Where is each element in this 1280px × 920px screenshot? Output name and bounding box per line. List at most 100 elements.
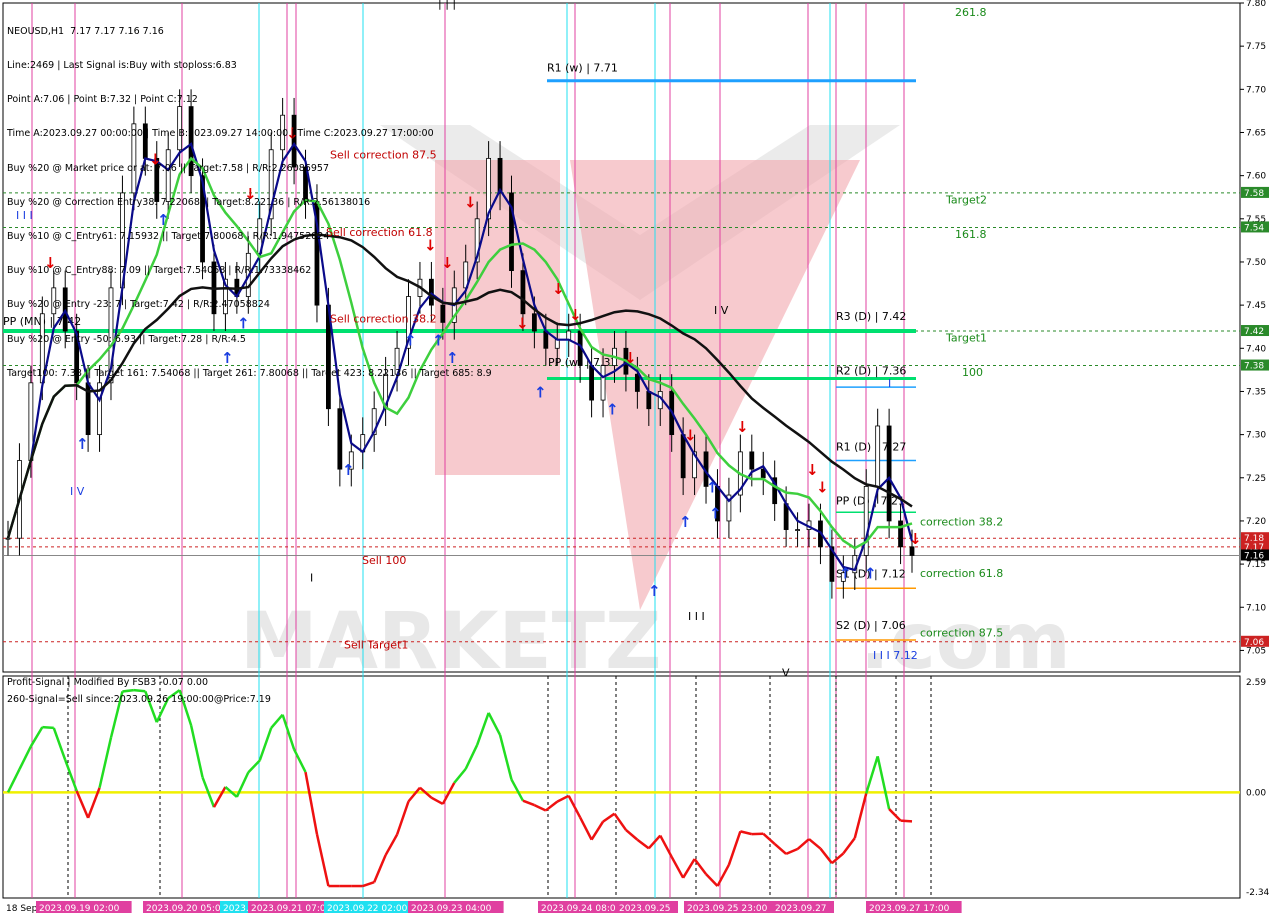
buy-arrow-icon: ↑ [534,383,547,401]
price-candle-body [543,330,549,349]
y-axis-tick-label: 7.75 [1246,42,1266,52]
y-axis-tick-label: 7.50 [1246,258,1266,268]
y-axis-tick-label: 7.05 [1246,646,1266,656]
buy-arrow-icon: ↑ [648,582,661,600]
price-candle-body [520,270,526,315]
time-axis-label: 2023. [223,904,249,914]
chart-annotation: Target2 [945,193,987,206]
info-line: Buy %10 @ C_Entry88: 7.09 || Target:7.54… [7,265,312,277]
y-axis-tick-label: 7.10 [1246,603,1266,613]
info-line: Buy %20 @ Market price or at: 7.06 || Ta… [7,162,329,174]
y-axis-tick-label: 7.35 [1246,387,1266,397]
info-line: Buy %10 @ C_Entry61: 7.15932 || Target:7… [7,231,330,243]
level-label: R2 (D) | 7.36 [836,365,906,378]
price-candle-body [875,425,881,487]
price-candle-body [589,365,594,401]
chart-annotation: Sell 100 [362,554,406,567]
price-tag-label: 7.42 [1244,327,1264,337]
oscillator-segment [133,688,146,693]
y-axis-tick-label: 7.70 [1246,85,1266,95]
sell-arrow-icon: ↓ [816,478,829,496]
time-axis-label: 2023.09.20 05:00 [146,904,227,914]
y-axis-tick-label: 7.15 [1246,560,1266,570]
level-label: R1 (w) | 7.71 [547,62,618,75]
y-axis-tick-label: 7.40 [1246,344,1266,354]
y-axis-tick-label: 7.60 [1246,172,1266,182]
buy-arrow-icon: ↑ [706,478,719,496]
price-tag-label: 7.58 [1244,189,1264,199]
price-candle-body [898,520,903,548]
info-line: Target100: 7.38 || Target 161: 7.54068 |… [7,367,492,379]
chart-annotation: correction 87.5 [920,627,1003,640]
y-axis-tick-label: 7.25 [1246,474,1266,484]
time-axis-label: 2023.09.22 02:00 [327,904,408,914]
oscillator-tick-label: -2.34 [1246,888,1270,898]
price-candle-body [337,408,343,470]
chart-annotation: I V [70,485,85,498]
info-line: Line:2469 | Last Signal is:Buy with stop… [7,60,237,72]
level-label: S2 (D) | 7.06 [836,619,906,632]
price-tag-label: 7.54 [1244,223,1264,233]
chart-annotation: Target1 [945,331,987,344]
chart-annotation: I V [714,304,729,317]
y-axis-tick-label: 7.30 [1246,431,1266,441]
level-label: R3 (D) | 7.42 [836,310,906,323]
price-tag-label: 7.16 [1244,551,1264,561]
chart-annotation: I I I 7.12 [873,649,918,662]
price-candle-body [566,330,572,341]
price-tag-label: 7.06 [1244,638,1264,648]
chart-annotation: 100 [962,366,983,379]
price-candle-body [749,451,755,470]
sell-arrow-icon: ↓ [552,280,565,298]
y-axis-tick-label: 7.65 [1246,128,1266,138]
sell-arrow-icon: ↓ [684,427,697,445]
oscillator-tick-label: 0.00 [1246,788,1266,798]
chart-annotation: V [782,666,790,679]
time-axis-label: 2023.09.27 17:00 [869,904,950,914]
price-candle-body [795,529,800,531]
price-candle-body [646,391,652,410]
oscillator-segment [122,688,135,693]
level-label: PP (w) | 7.37 [548,356,618,369]
y-axis-tick-label: 7.20 [1246,517,1266,527]
time-axis-label: 2023.09.23 04:00 [411,904,492,914]
oscillator-segment [900,819,913,823]
oscillator-tick-label: 2.59 [1246,678,1266,688]
price-candle-body [600,365,606,401]
time-axis-label: 2023.09.27 [775,904,827,914]
buy-arrow-icon: ↑ [709,504,722,522]
price-candle-body [634,373,640,392]
price-candle-body [497,157,503,194]
price-candle-body [760,468,766,479]
info-line: Buy %20 @ Entry -23: 7 | Target:7.42 | R… [7,299,270,311]
y-axis-tick-label: 7.80 [1246,0,1266,9]
oscillator-frame [2,675,1241,899]
chart-info-panel: NEOUSD,H1 7.17 7.17 7.16 7.16 Line:2469 … [7,3,492,391]
sell-arrow-icon: ↓ [909,530,922,548]
info-line: Buy %20 @ Correction Entry38: 7.22068 ||… [7,196,371,208]
chart-annotation: correction 61.8 [920,567,1003,580]
time-axis-label: 2023.09.19 02:00 [39,904,120,914]
time-axis-label: 2023.09.25 23:00 [687,904,768,914]
sell-arrow-icon: ↓ [516,314,529,332]
info-line: Point A:7.06 | Point B:7.32 | Point C:7.… [7,94,198,106]
sell-arrow-icon: ↓ [624,349,637,367]
buy-arrow-icon: ↑ [76,435,89,453]
buy-arrow-icon: ↑ [606,401,619,419]
chart-annotation: Sell Target1 [344,639,408,652]
chart-annotation: I [310,571,313,584]
info-line: Time A:2023.09.27 00:00:00 | Time B:2023… [7,128,434,140]
price-candle-body [886,425,892,522]
sell-arrow-icon: ↓ [569,306,582,324]
chart-annotation: 161.8 [955,228,987,241]
buy-arrow-icon: ↑ [839,565,852,583]
price-candle-body [531,313,537,332]
sell-arrow-icon: ↓ [806,461,819,479]
chart-annotation: 261.8 [955,6,987,19]
oscillator-title: Profit-Signal | Modified By FSB3 -0.07 0… [7,677,209,688]
buy-arrow-icon: ↑ [864,565,877,583]
price-candle-body [554,339,560,349]
time-axis-label: 2023.09.25 [619,904,671,914]
info-line: Buy %20 @ Entry -50: 6.93 || Target:7.28… [7,333,246,345]
y-axis-tick-label: 7.45 [1246,301,1266,311]
